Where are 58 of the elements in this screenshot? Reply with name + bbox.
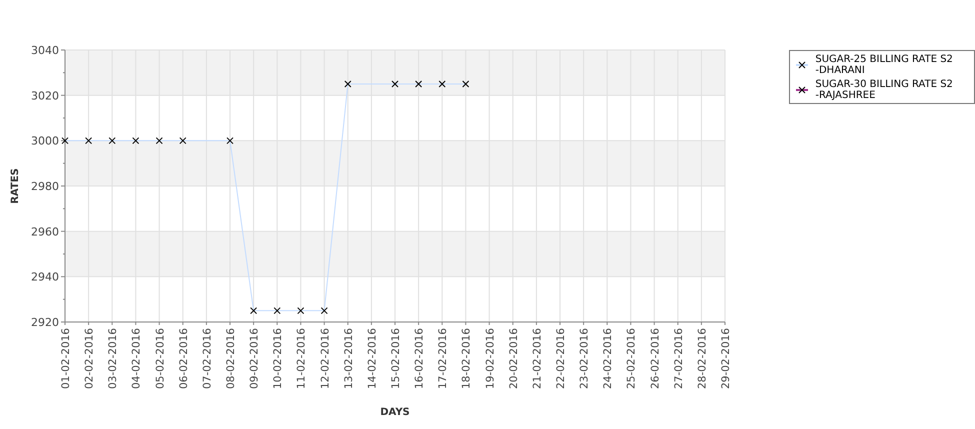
y-tick-label: 2920 [31,316,59,329]
x-tick-label: 09-02-2016 [248,328,261,390]
x-tick-label: 16-02-2016 [414,328,426,390]
x-axis-title: DAYS [380,407,410,418]
y-tick-label: 3020 [31,89,59,102]
y-tick-label: 2960 [31,225,59,238]
x-tick-label: 22-02-2016 [555,328,567,390]
legend-label: SUGAR-25 BILLING RATE S2 -DHARANI [815,54,954,76]
data-point [320,307,328,314]
x-tick-label: 20-02-2016 [508,328,520,390]
x-tick-label: 11-02-2016 [296,328,308,390]
x-tick-label: 03-02-2016 [107,328,120,390]
x-tick-label: 15-02-2016 [390,328,402,390]
data-point [250,307,258,314]
data-point [462,80,470,88]
data-point [297,307,304,314]
data-point [274,307,281,314]
x-tick-label: 19-02-2016 [484,328,496,390]
data-point [392,80,398,88]
x-tick-label: 18-02-2016 [460,328,473,390]
data-point [108,137,116,144]
x-tick-label: 07-02-2016 [201,328,214,390]
x-tick-label: 14-02-2016 [366,328,378,390]
x-tick-label: 25-02-2016 [626,328,638,390]
x-tick-label: 24-02-2016 [602,328,614,390]
y-tick-label: 3040 [31,44,59,57]
x-tick-label: 13-02-2016 [342,328,355,390]
x-tick-label: 29-02-2016 [720,328,732,390]
x-tick-label: 04-02-2016 [130,328,143,390]
x-tick-label: 17-02-2016 [437,328,450,390]
x-tick-label: 08-02-2016 [225,328,237,390]
x-tick-label: 06-02-2016 [178,328,190,390]
x-tick-label: 02-02-2016 [84,328,96,390]
x-tick-label: 28-02-2016 [696,328,708,390]
x-tick-label: 23-02-2016 [578,328,591,390]
data-point [132,137,140,144]
data-point [415,80,422,88]
legend-swatch-icon [796,86,808,94]
data-point [85,137,92,144]
x-tick-label: 05-02-2016 [154,328,166,390]
x-tick-label: 10-02-2016 [272,328,284,390]
data-point [179,137,186,144]
data-point [438,80,446,88]
y-axis-title: RATES [10,168,21,204]
x-tick-label: 01-02-2016 [60,328,72,390]
data-point [344,80,352,88]
x-tick-label: 27-02-2016 [672,328,685,390]
legend-swatch-icon [796,61,808,69]
x-tick-label: 12-02-2016 [319,328,332,390]
x-tick-label: 21-02-2016 [531,328,544,390]
x-tick-label: 26-02-2016 [649,328,662,390]
data-point [156,137,163,144]
y-tick-label: 3000 [31,134,59,148]
legend-label: SUGAR-30 BILLING RATE S2 -RAJASHREE [815,79,954,101]
data-point [226,137,234,144]
y-tick-label: 2940 [31,270,59,284]
data-point [62,137,68,144]
y-tick-label: 2980 [31,180,59,193]
